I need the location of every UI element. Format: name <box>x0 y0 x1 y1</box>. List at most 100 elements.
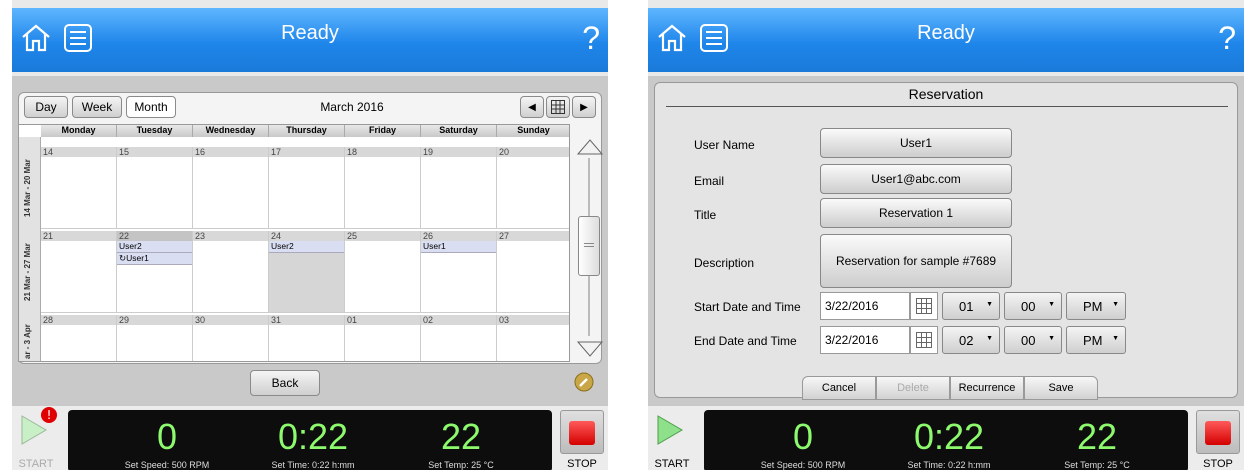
day-number: 30 <box>193 315 268 325</box>
start-minute-value: 00 <box>1021 298 1036 314</box>
help-icon[interactable]: ? <box>582 20 600 57</box>
wrench-icon[interactable] <box>574 372 594 392</box>
day-number: 01 <box>345 315 420 325</box>
speed-value: 0 <box>792 416 814 457</box>
start-label: START <box>654 458 690 470</box>
day-cell[interactable]: 26 User1 <box>421 231 497 313</box>
prev-month-button[interactable]: ◀ <box>520 96 544 118</box>
temp-value: 22 <box>440 416 482 457</box>
day-cell[interactable]: 02 <box>421 315 497 361</box>
save-button[interactable]: Save <box>1024 376 1098 400</box>
end-ampm-select[interactable]: PM ▼ <box>1066 326 1126 354</box>
month-grid: Monday Tuesday Wednesday Thursday Friday… <box>18 124 570 362</box>
day-cell[interactable]: 29 <box>117 315 193 361</box>
dropdown-arrow-icon: ▼ <box>1048 335 1055 342</box>
day-number: 16 <box>193 147 268 157</box>
time-label: Set Time: 0:22 h:mm <box>271 460 355 470</box>
event-item[interactable]: User2 <box>117 241 192 253</box>
start-button[interactable]: ! START <box>14 407 58 470</box>
action-bar: Cancel Delete Recurrence Save <box>802 376 1102 400</box>
day-number: 02 <box>421 315 496 325</box>
day-number: 24 <box>269 231 344 241</box>
day-number: 25 <box>345 231 420 241</box>
day-cell[interactable]: 19 <box>421 147 497 229</box>
month-title: March 2016 <box>320 100 384 114</box>
day-cell[interactable]: 18 <box>345 147 421 229</box>
header-bar: Ready ? <box>648 8 1244 72</box>
day-number: 21 <box>41 231 116 241</box>
dropdown-arrow-icon: ▼ <box>1112 301 1119 308</box>
alert-icon: ! <box>41 407 57 423</box>
stop-button[interactable] <box>1196 410 1240 454</box>
end-hour-value: 02 <box>959 332 974 348</box>
day-number: 22 <box>117 231 192 241</box>
day-cell[interactable]: 14 <box>41 147 117 229</box>
day-cell[interactable]: 21 <box>41 231 117 313</box>
end-calendar-icon[interactable] <box>910 326 938 354</box>
day-number: 17 <box>269 147 344 157</box>
day-cell[interactable]: 20 <box>497 147 569 229</box>
next-month-button[interactable]: ▶ <box>572 96 596 118</box>
description-label: Description <box>694 256 755 270</box>
start-minute-select[interactable]: 00 ▼ <box>1004 292 1062 320</box>
stop-button[interactable] <box>560 410 604 454</box>
end-minute-select[interactable]: 00 ▼ <box>1004 326 1062 354</box>
day-cell[interactable]: 16 <box>193 147 269 229</box>
day-cell[interactable]: 15 <box>117 147 193 229</box>
start-date-input[interactable]: 3/22/2016 <box>820 292 910 320</box>
end-date-input[interactable]: 3/22/2016 <box>820 326 910 354</box>
start-hour-value: 01 <box>959 298 974 314</box>
day-cell[interactable]: 01 <box>345 315 421 361</box>
back-button[interactable]: Back <box>250 370 320 396</box>
title-field[interactable]: Reservation 1 <box>820 198 1012 228</box>
end-minute-value: 00 <box>1021 332 1036 348</box>
day-cell[interactable]: 23 <box>193 231 269 313</box>
day-cell[interactable]: 25 <box>345 231 421 313</box>
description-field[interactable]: Reservation for sample #7689 <box>820 234 1012 288</box>
day-cell[interactable]: 30 <box>193 315 269 361</box>
start-hour-select[interactable]: 01 ▼ <box>942 292 1000 320</box>
scroll-down-icon[interactable] <box>576 340 604 360</box>
event-item[interactable]: User1 <box>421 241 496 253</box>
end-ampm-value: PM <box>1083 332 1103 348</box>
month-view-button[interactable]: Month <box>126 96 176 118</box>
column-header: Monday <box>41 125 117 137</box>
email-field[interactable]: User1@abc.com <box>820 164 1012 194</box>
scroll-thumb[interactable] <box>578 216 600 276</box>
week-view-button[interactable]: Week <box>72 96 122 118</box>
end-datetime-label: End Date and Time <box>694 334 797 348</box>
column-header: Wednesday <box>193 125 269 137</box>
day-number: 28 <box>41 315 116 325</box>
day-view-button[interactable]: Day <box>24 96 68 118</box>
day-cell[interactable]: 22 User2 ↻User1 <box>117 231 193 313</box>
event-item[interactable]: User2 <box>269 241 344 253</box>
delete-button[interactable]: Delete <box>876 376 950 400</box>
day-number: 27 <box>497 231 569 241</box>
day-cell[interactable]: 17 <box>269 147 345 229</box>
temp-label: Set Temp: 25 °C <box>428 460 494 470</box>
user-name-field[interactable]: User1 <box>820 128 1012 158</box>
day-cell-selected[interactable]: 24 User2 <box>269 231 345 313</box>
stop-label: STOP <box>567 458 597 470</box>
column-header: Saturday <box>421 125 497 137</box>
week-label: ar - 3 Apr <box>23 324 32 359</box>
day-cell[interactable]: 03 <box>497 315 569 361</box>
start-ampm-select[interactable]: PM ▼ <box>1066 292 1126 320</box>
column-header: Tuesday <box>117 125 193 137</box>
start-button[interactable]: START <box>650 410 694 470</box>
calendar-grid-icon[interactable] <box>546 96 570 118</box>
calendar-panel: Day Week Month March 2016 ◀ ▶ Monday Tue… <box>12 76 608 406</box>
day-cell[interactable]: 27 <box>497 231 569 313</box>
day-cell[interactable]: 28 <box>41 315 117 361</box>
event-item-recurring[interactable]: ↻User1 <box>117 253 192 265</box>
week-row: 21 22 User2 ↻User1 23 24 User2 25 26 Use… <box>41 231 569 313</box>
scroll-up-icon[interactable] <box>576 136 604 156</box>
speed-value: 0 <box>156 416 178 457</box>
help-icon[interactable]: ? <box>1218 20 1236 57</box>
end-hour-select[interactable]: 02 ▼ <box>942 326 1000 354</box>
cancel-button[interactable]: Cancel <box>802 376 876 400</box>
day-cell[interactable]: 31 <box>269 315 345 361</box>
status-title: Ready <box>917 22 975 44</box>
recurrence-button[interactable]: Recurrence <box>950 376 1024 400</box>
start-calendar-icon[interactable] <box>910 292 938 320</box>
